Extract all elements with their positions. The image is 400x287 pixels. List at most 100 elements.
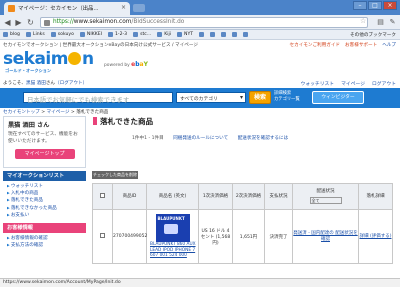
new-tab-button[interactable]: [133, 4, 145, 12]
bookmark-icon: [79, 32, 85, 37]
customer-info-heading: お客様情報: [3, 223, 86, 234]
bookmark-icon: [243, 32, 249, 37]
result-count: 1件中1 - 1件目: [132, 136, 164, 141]
bookmark-item[interactable]: [210, 32, 216, 37]
sidebar-item-payment[interactable]: お支払い: [7, 212, 82, 219]
row-checkbox[interactable]: [100, 233, 105, 238]
bookmark-item[interactable]: [232, 32, 238, 37]
address-bar[interactable]: https://www.sekaimon.com/BidSuccessInit.…: [40, 17, 368, 28]
col-header-ship-status: 配送状況 全て: [292, 183, 359, 210]
forward-arrow-icon[interactable]: ▶: [14, 18, 23, 27]
other-bookmarks[interactable]: その他のブックマーク: [350, 32, 396, 38]
bookmark-item[interactable]: [243, 32, 249, 37]
main-content: 落札できた商品 1件中1 - 1件目 同梱発送のルールについて 配送状況を確認す…: [92, 116, 393, 264]
guide-link[interactable]: セカイモンご利用ガイド: [289, 42, 340, 48]
sidebar-item-won[interactable]: 落札できた商品: [7, 197, 82, 204]
sidebar-item-bidding[interactable]: 入札中の商品: [7, 190, 82, 197]
url-path: /BidSuccessInit.do: [131, 19, 185, 25]
bookmark-icon: [50, 32, 56, 37]
minimize-icon[interactable]: –: [353, 1, 367, 10]
bookmark-icon: [25, 32, 31, 37]
category-list-link[interactable]: カテゴリ一覧: [274, 97, 300, 103]
auction-list-heading: マイオークションリスト: [3, 171, 86, 181]
bookmark-item[interactable]: stc...: [133, 32, 151, 37]
bookmark-icon: [107, 32, 113, 37]
breadcrumb-current: 落札できた商品: [76, 110, 109, 115]
customer-info-list: お客様情報の確認 支払方法の確認: [3, 233, 86, 251]
row-checkbox-cell: [92, 209, 113, 264]
bookmark-item[interactable]: NYT: [177, 32, 193, 37]
select-all-checkbox[interactable]: [100, 192, 105, 198]
url-host: www.sekaimon.com: [73, 19, 132, 25]
page-title: 落札できた商品: [92, 116, 392, 127]
close-window-icon[interactable]: ×: [383, 1, 397, 10]
shipping-status-link[interactable]: 配送状況を確認するには: [238, 136, 289, 141]
sidebar-item-customer-info[interactable]: お客様情報の確認: [7, 235, 82, 242]
search-input[interactable]: 日本語でお気軽にでも検索できます: [23, 92, 173, 104]
detail-link[interactable]: 詳細 (評価する): [359, 234, 392, 240]
item-title-link[interactable]: BLAUPUNKT 860 AUX LEAD IPOD IPHONE 7 607…: [147, 242, 198, 258]
status-bar-url: https://www.sekaimon.com/Account/MyPage/…: [0, 278, 400, 287]
bookmark-item[interactable]: blog: [3, 32, 20, 37]
reload-icon[interactable]: ↻: [26, 18, 35, 27]
table-row: 270700499052 BLAUPUNKT BLAUPUNKT 860 AUX…: [92, 209, 393, 264]
tab-title: マイページ：セカイモン（出品...: [18, 6, 99, 12]
category-select[interactable]: すべてのカテゴリ: [176, 92, 246, 103]
winner-button[interactable]: ウィンビジター: [312, 91, 364, 104]
top-utility-links: セカイモンご利用ガイド お客様サポート ヘルプ: [289, 42, 396, 48]
bookmark-item[interactable]: [221, 32, 227, 37]
watchlist-link[interactable]: ウォッチリスト: [301, 80, 335, 87]
maximize-icon[interactable]: □: [368, 1, 382, 10]
bundle-rule-link[interactable]: 同梱発送のルールについて: [173, 136, 228, 141]
bookmark-star-icon[interactable]: ☆: [360, 17, 366, 25]
col-header-checkbox: [92, 183, 113, 210]
advanced-search-links: 詳細検索 カテゴリ一覧: [274, 91, 300, 103]
item-id: 270700499052: [112, 209, 147, 264]
mypage-link[interactable]: マイページ: [341, 80, 365, 87]
bookmark-item[interactable]: NIKKEI: [79, 32, 102, 37]
sidebar-item-lost[interactable]: 落札できなかった商品: [7, 205, 82, 212]
col-header-price-2: 2次決済価格: [232, 183, 265, 210]
bookmark-icon: [221, 32, 227, 37]
bookmark-icon: [199, 32, 205, 37]
bookmarks-bar: blog Links sokuyo NIKKEI 1-2-3 stc... Ki…: [0, 30, 400, 40]
auction-list: ウォッチリスト 入札中の商品 落札できた商品 落札できなかった商品 お支払い: [3, 181, 86, 221]
bookmark-item[interactable]: Links: [25, 32, 45, 37]
ship-filter-select[interactable]: 全て: [309, 196, 342, 204]
sidebar-item-payment-method[interactable]: 支払方法の確認: [7, 242, 82, 249]
bookmark-item[interactable]: Kiji: [157, 32, 171, 37]
table-header-row: 商品ID 商品名 (英文) 1次決済価格 2次決済価格 支払状況 配送状況 全て …: [92, 183, 393, 210]
browser-tab[interactable]: マイページ：セカイモン（出品... ×: [4, 2, 130, 15]
user-name: 黒猫 酒田 さん: [8, 122, 50, 129]
ship-status-link[interactable]: 発送済 - 国内配達の 配送状況を確認: [293, 231, 358, 243]
support-link[interactable]: お客様サポート: [345, 42, 377, 48]
browser-tab-bar: マイページ：セカイモン（出品... × – □ ×: [0, 0, 400, 15]
sekaimon-favicon-icon: [8, 5, 15, 12]
back-arrow-icon[interactable]: ◀: [3, 18, 12, 27]
breadcrumb-mypage[interactable]: マイページ: [47, 110, 70, 115]
col-header-price-1: 1次決済価格: [198, 183, 233, 210]
logout-link[interactable]: ログアウト: [372, 80, 396, 87]
close-tab-icon[interactable]: ×: [121, 4, 126, 11]
sekaimon-logo[interactable]: sekaim n: [3, 49, 94, 69]
help-link[interactable]: ヘルプ: [382, 42, 396, 48]
bookmark-item[interactable]: sokuyo: [50, 32, 74, 37]
col-header-title: 商品名 (英文): [146, 183, 199, 210]
thumbnail-brand: BLAUPUNKT: [157, 216, 185, 222]
item-title-cell: BLAUPUNKT BLAUPUNKT 860 AUX LEAD IPOD IP…: [146, 209, 199, 264]
wrench-icon[interactable]: ✎: [388, 18, 397, 27]
bookmark-icon: [210, 32, 216, 37]
bookmark-icon: [157, 32, 163, 37]
bookmark-item[interactable]: [199, 32, 205, 37]
product-image: [163, 224, 178, 235]
mypage-top-button[interactable]: マイページトップ: [14, 149, 75, 159]
breadcrumb-top[interactable]: セカイモントップ: [3, 110, 40, 115]
delete-checked-button[interactable]: チェックした商品を削除: [92, 171, 138, 179]
bookmark-item[interactable]: 1-2-3: [107, 32, 127, 37]
item-thumbnail[interactable]: BLAUPUNKT: [155, 214, 190, 243]
logo-subtitle: ゴールド・オークション: [5, 68, 52, 73]
url-scheme: https://: [53, 19, 74, 25]
search-button[interactable]: 検索: [249, 91, 271, 104]
page-menu-icon[interactable]: ▤: [376, 18, 385, 27]
sidebar-item-watchlist[interactable]: ウォッチリスト: [7, 183, 82, 190]
